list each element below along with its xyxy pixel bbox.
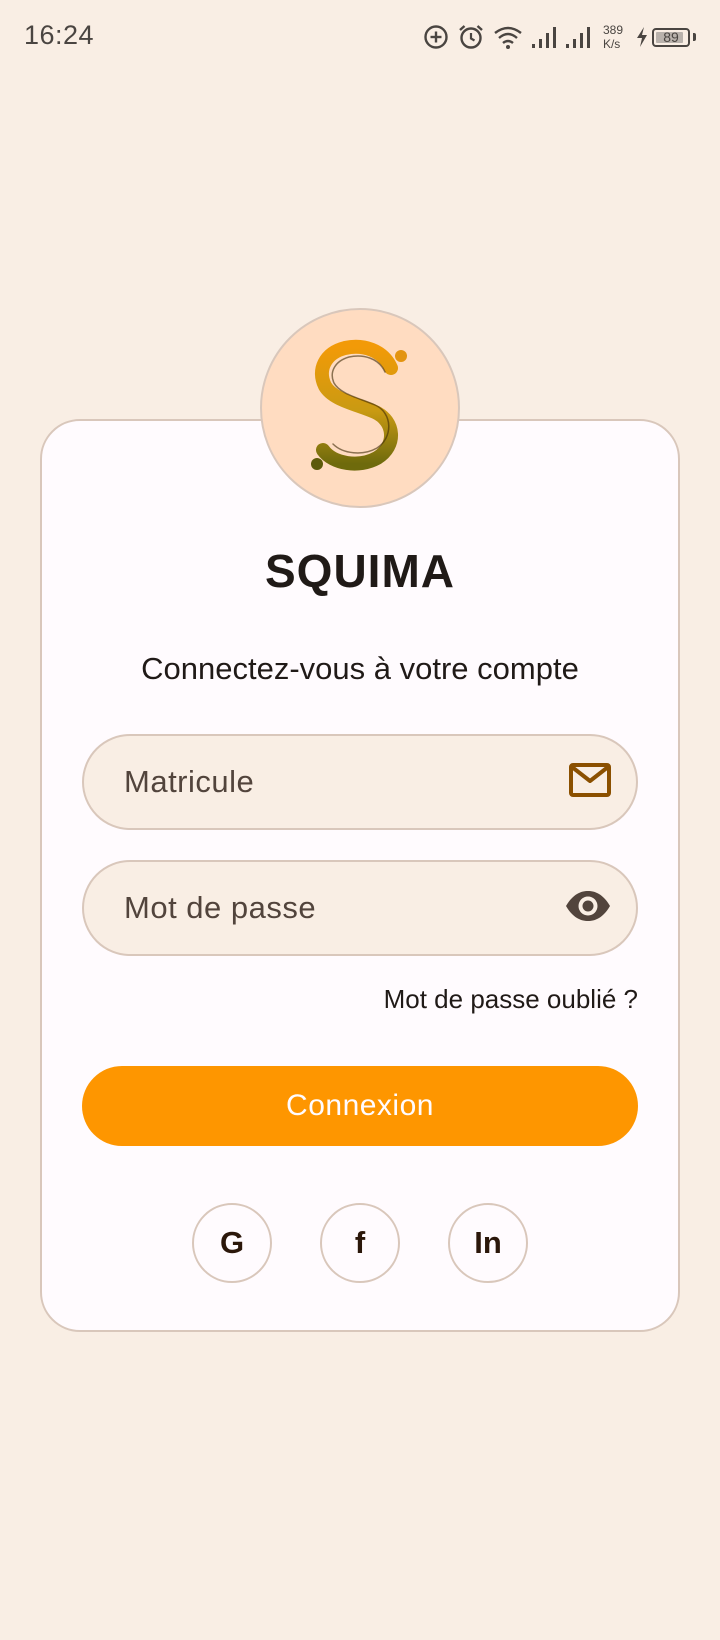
battery-indicator: 89 (635, 26, 696, 48)
facebook-login-button[interactable]: f (320, 1203, 400, 1283)
login-subtitle: Connectez-vous à votre compte (141, 651, 579, 686)
network-speed-unit: K/s (602, 37, 621, 51)
status-bar: 16:24 389 K/s 89 (0, 0, 720, 74)
password-field[interactable]: Mot de passe (82, 860, 638, 956)
social-login-row: G f In (40, 1203, 680, 1283)
password-placeholder: Mot de passe (124, 890, 317, 925)
data-saver-icon (423, 24, 449, 50)
network-speed: 389 K/s (603, 23, 623, 51)
signal-icon-1 (531, 25, 557, 49)
google-login-button[interactable]: G (192, 1203, 272, 1283)
signal-icon-2 (565, 25, 591, 49)
status-time: 16:24 (24, 20, 95, 50)
forgot-password-link[interactable]: Mot de passe oublié ? (384, 984, 638, 1015)
alarm-icon (457, 23, 485, 51)
linkedin-login-button[interactable]: In (448, 1203, 528, 1283)
network-speed-value: 389 (602, 23, 623, 37)
login-button[interactable]: Connexion (82, 1066, 638, 1146)
status-icons: 389 K/s 89 (423, 20, 696, 54)
matricule-placeholder: Matricule (124, 764, 255, 799)
squima-logo-icon (311, 339, 407, 471)
wifi-icon (493, 24, 523, 50)
app-title: SQUIMA (265, 545, 455, 597)
charging-bolt-icon (635, 26, 649, 48)
app-logo (260, 308, 460, 508)
matricule-field[interactable]: Matricule (82, 734, 638, 830)
battery-level: 89 (663, 29, 679, 45)
battery-tip (693, 33, 696, 41)
mail-icon (568, 762, 612, 803)
eye-icon[interactable] (564, 889, 612, 928)
battery-icon: 89 (652, 27, 690, 47)
